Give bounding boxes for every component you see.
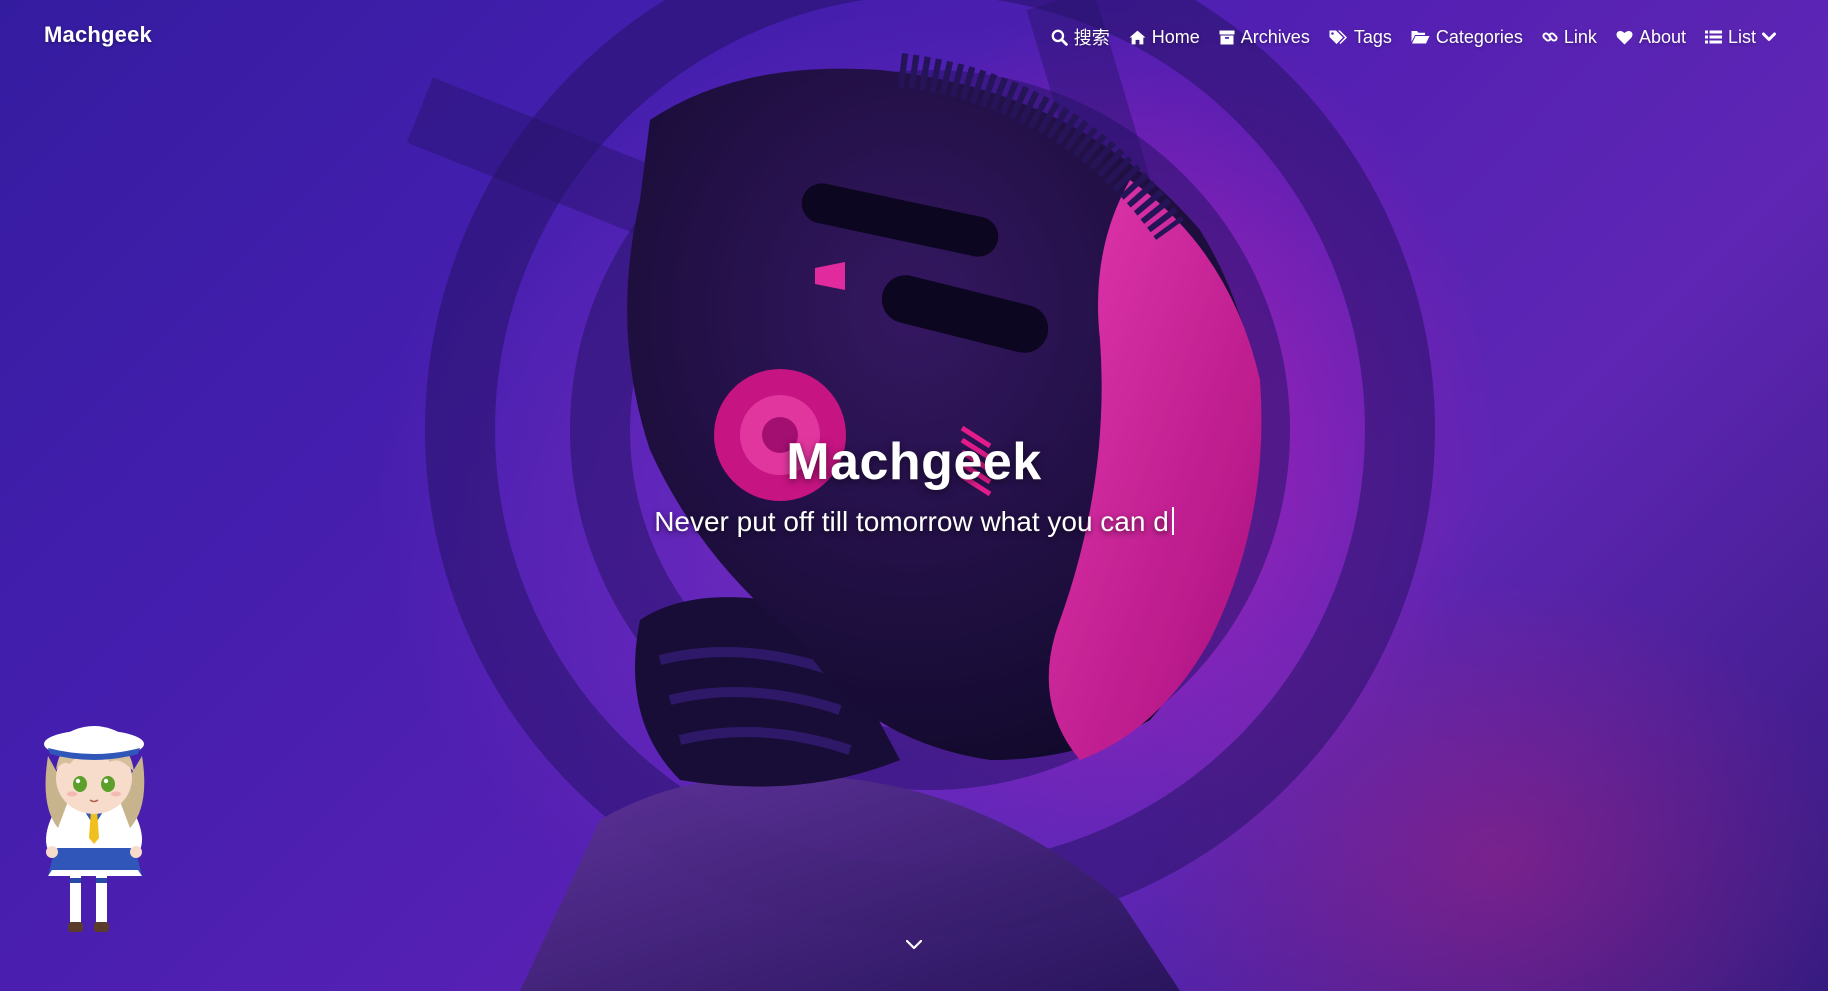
banner-title: Machgeek xyxy=(786,433,1042,491)
nav-item-about[interactable]: About xyxy=(1616,27,1686,48)
nav-item-label: 搜索 xyxy=(1073,28,1110,48)
nav-item-label: Tags xyxy=(1353,26,1392,47)
nav-menu: 搜索 Home Archives Tags Categories Link Ab… xyxy=(1051,24,1776,50)
tags-icon xyxy=(1329,30,1347,44)
search-icon xyxy=(1051,29,1068,46)
chevron-down-icon xyxy=(905,939,923,950)
nav-item-label: About xyxy=(1638,26,1686,47)
hero-page: Machgeek 搜索 Home Archives Tags Categorie… xyxy=(0,0,1828,991)
nav-item-label: Categories xyxy=(1435,26,1523,47)
banner-subtitle: Never put off till tomorrow what you can… xyxy=(654,506,1169,537)
link-icon xyxy=(1542,32,1558,42)
heart-icon xyxy=(1616,30,1633,44)
chevron-down-icon xyxy=(1762,32,1776,41)
nav-item-tags[interactable]: Tags xyxy=(1329,27,1392,48)
scroll-down-button[interactable] xyxy=(902,936,926,954)
home-icon xyxy=(1129,30,1146,44)
banner-subtitle-wrapper: Never put off till tomorrow what you can… xyxy=(0,506,1828,538)
nav-item-label: List xyxy=(1727,26,1756,47)
nav-item-label: Archives xyxy=(1240,26,1310,47)
mascot-character[interactable] xyxy=(30,716,160,942)
nav-item-home[interactable]: Home xyxy=(1129,27,1200,48)
folder-open-icon xyxy=(1411,31,1430,44)
typing-cursor xyxy=(1171,507,1174,535)
nav-item-list-dropdown[interactable]: List xyxy=(1704,26,1776,48)
archive-icon xyxy=(1219,30,1235,44)
nav-item-archives[interactable]: Archives xyxy=(1219,27,1310,48)
nav-item-label: Link xyxy=(1563,26,1597,47)
hero-background-image xyxy=(0,0,1828,991)
nav-item-link[interactable]: Link xyxy=(1542,27,1597,48)
nav-item-categories[interactable]: Categories xyxy=(1411,27,1523,48)
site-brand-link[interactable]: Machgeek xyxy=(44,22,152,48)
nav-item-label: Home xyxy=(1151,26,1200,47)
nav-item-search[interactable]: 搜索 xyxy=(1051,24,1110,50)
top-navbar: Machgeek 搜索 Home Archives Tags Categorie… xyxy=(0,0,1828,74)
list-icon xyxy=(1704,30,1722,44)
